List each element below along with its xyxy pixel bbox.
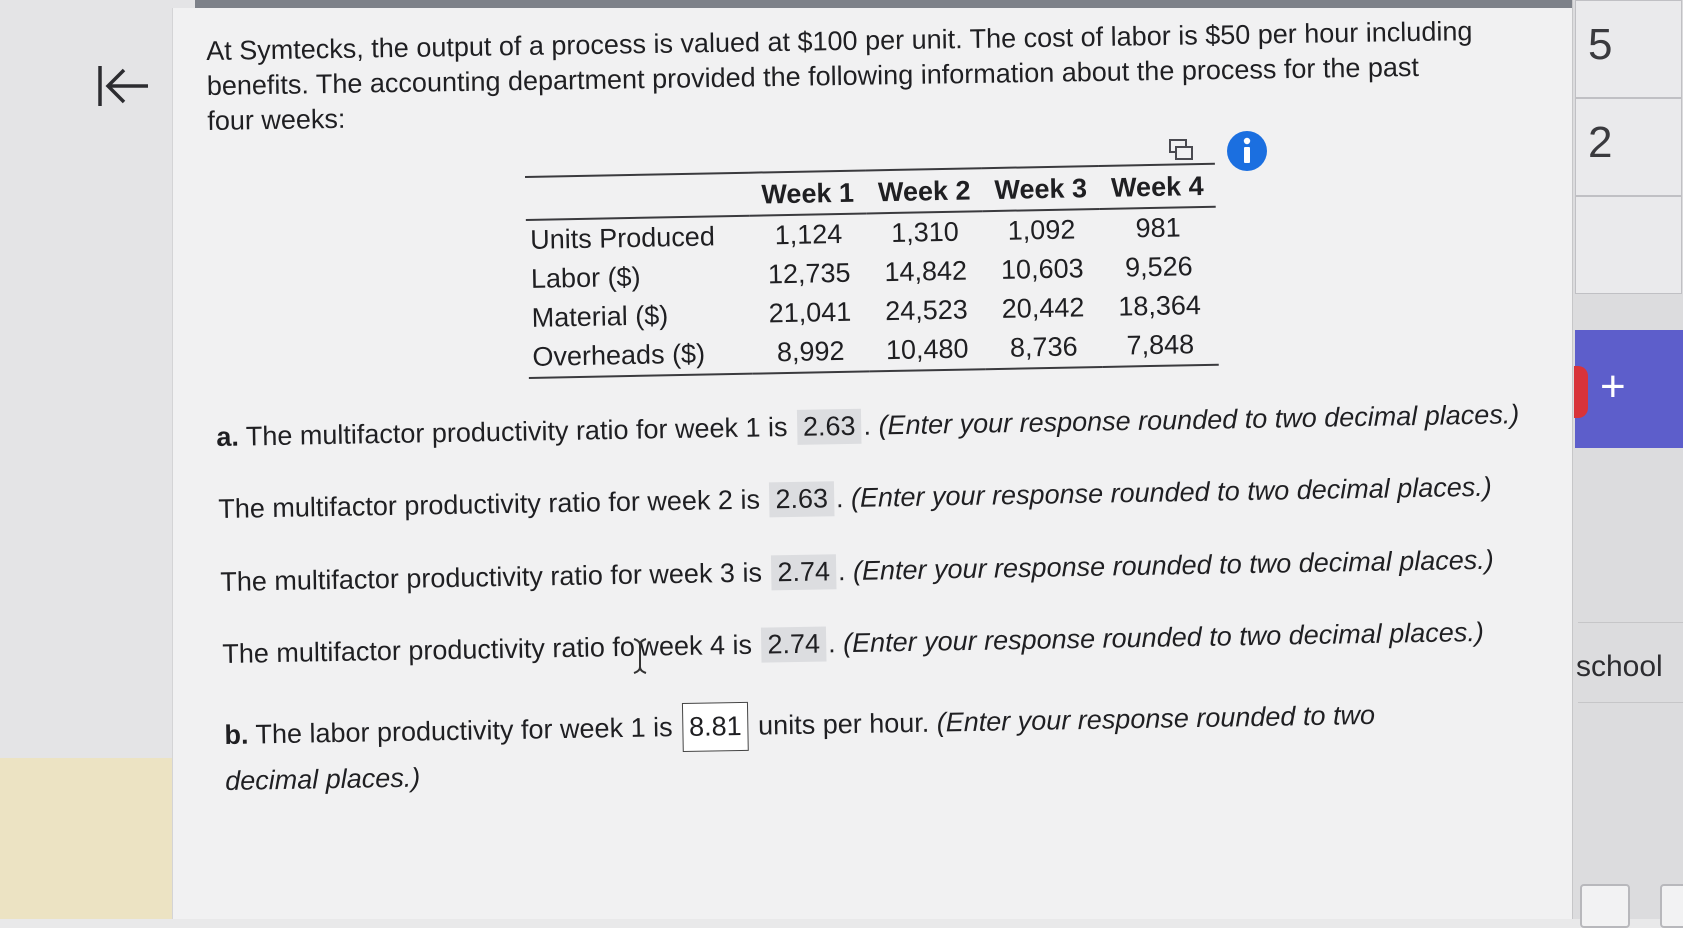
rounding-hint-part-1: (Enter your response rounded to two — [936, 699, 1376, 738]
column-header-week-3: Week 3 — [982, 165, 1100, 212]
table-cell: 10,480 — [885, 333, 969, 366]
table-cell: 18,364 — [1118, 290, 1202, 322]
red-indicator-tab — [1574, 366, 1588, 418]
answer-field-week-1[interactable]: 2.63 — [796, 408, 862, 445]
table-cell: 8,992 — [776, 335, 845, 368]
part-a-label: a. — [216, 421, 240, 452]
answer-field-week-3[interactable]: 2.74 — [771, 554, 837, 591]
add-panel-button[interactable] — [1575, 330, 1683, 448]
answer-field-labor-productivity[interactable]: 8.81 — [681, 701, 750, 753]
table-cell: 1,124 — [774, 218, 843, 251]
table-cell: 1,092 — [1007, 214, 1076, 246]
question-text: The multifactor productivity ratio fo — [222, 631, 636, 669]
question-text: The labor productivity for week 1 is — [255, 712, 673, 750]
table-cell: 1,310 — [890, 216, 960, 248]
sidebar-number-1: 5 — [1588, 20, 1613, 69]
row-label-material: Material ($) — [531, 300, 669, 333]
checkbox[interactable] — [1580, 884, 1630, 928]
rounding-hint-part-2: decimal places.) — [224, 762, 421, 796]
info-icon[interactable] — [1226, 130, 1268, 172]
table-cell: 8,736 — [1009, 331, 1078, 363]
answer-field-week-4[interactable]: 2.74 — [761, 626, 827, 663]
table-cell: 981 — [1135, 212, 1181, 244]
left-highlight-panel — [0, 758, 195, 919]
divider — [1578, 622, 1683, 623]
table-cell: 14,842 — [884, 255, 968, 288]
table-cell: 10,603 — [1000, 253, 1084, 285]
column-header-week-2: Week 2 — [865, 168, 983, 214]
units-label: units per hour. — [757, 707, 930, 741]
data-table-container: Week 1 Week 2 Week 3 Week 4 Units Produc… — [525, 162, 1220, 379]
question-text: The multifactor productivity ratio for w… — [218, 484, 761, 524]
table-cell: 9,526 — [1124, 251, 1193, 283]
table-cell: 7,848 — [1126, 329, 1195, 361]
table-cell: 12,735 — [767, 257, 851, 290]
process-data-table: Week 1 Week 2 Week 3 Week 4 Units Produc… — [525, 162, 1220, 379]
question-text: The multifactor productivity ratio for w… — [245, 412, 788, 452]
divider — [1578, 702, 1683, 703]
sidebar-number-2: 2 — [1588, 118, 1613, 167]
row-label-overheads: Overheads ($) — [532, 338, 706, 372]
answer-field-week-2[interactable]: 2.63 — [769, 481, 835, 518]
copy-icon[interactable] — [1168, 138, 1194, 162]
grid-cell-lower — [1575, 196, 1682, 294]
table-cell: 21,041 — [768, 296, 852, 329]
checkbox[interactable] — [1660, 884, 1683, 928]
question-text-tail: week 4 is — [639, 629, 753, 662]
plus-icon[interactable]: + — [1600, 362, 1626, 412]
column-header-week-4: Week 4 — [1098, 163, 1216, 209]
table-cell: 20,442 — [1001, 292, 1085, 324]
row-label-labor: Labor ($) — [530, 261, 641, 294]
back-to-start-icon[interactable] — [96, 60, 152, 112]
window-top-edge — [0, 0, 1683, 8]
table-corner-cell — [525, 172, 750, 220]
problem-statement: At Symtecks, the output of a process is … — [206, 14, 1487, 139]
part-b-label: b. — [224, 719, 249, 750]
column-header-week-1: Week 1 — [748, 170, 867, 216]
table-cell: 24,523 — [884, 294, 969, 327]
text-cursor-icon — [633, 638, 647, 674]
row-label-units-produced: Units Produced — [529, 221, 716, 255]
question-text: The multifactor productivity ratio for w… — [220, 557, 763, 597]
school-label: school — [1576, 650, 1663, 683]
